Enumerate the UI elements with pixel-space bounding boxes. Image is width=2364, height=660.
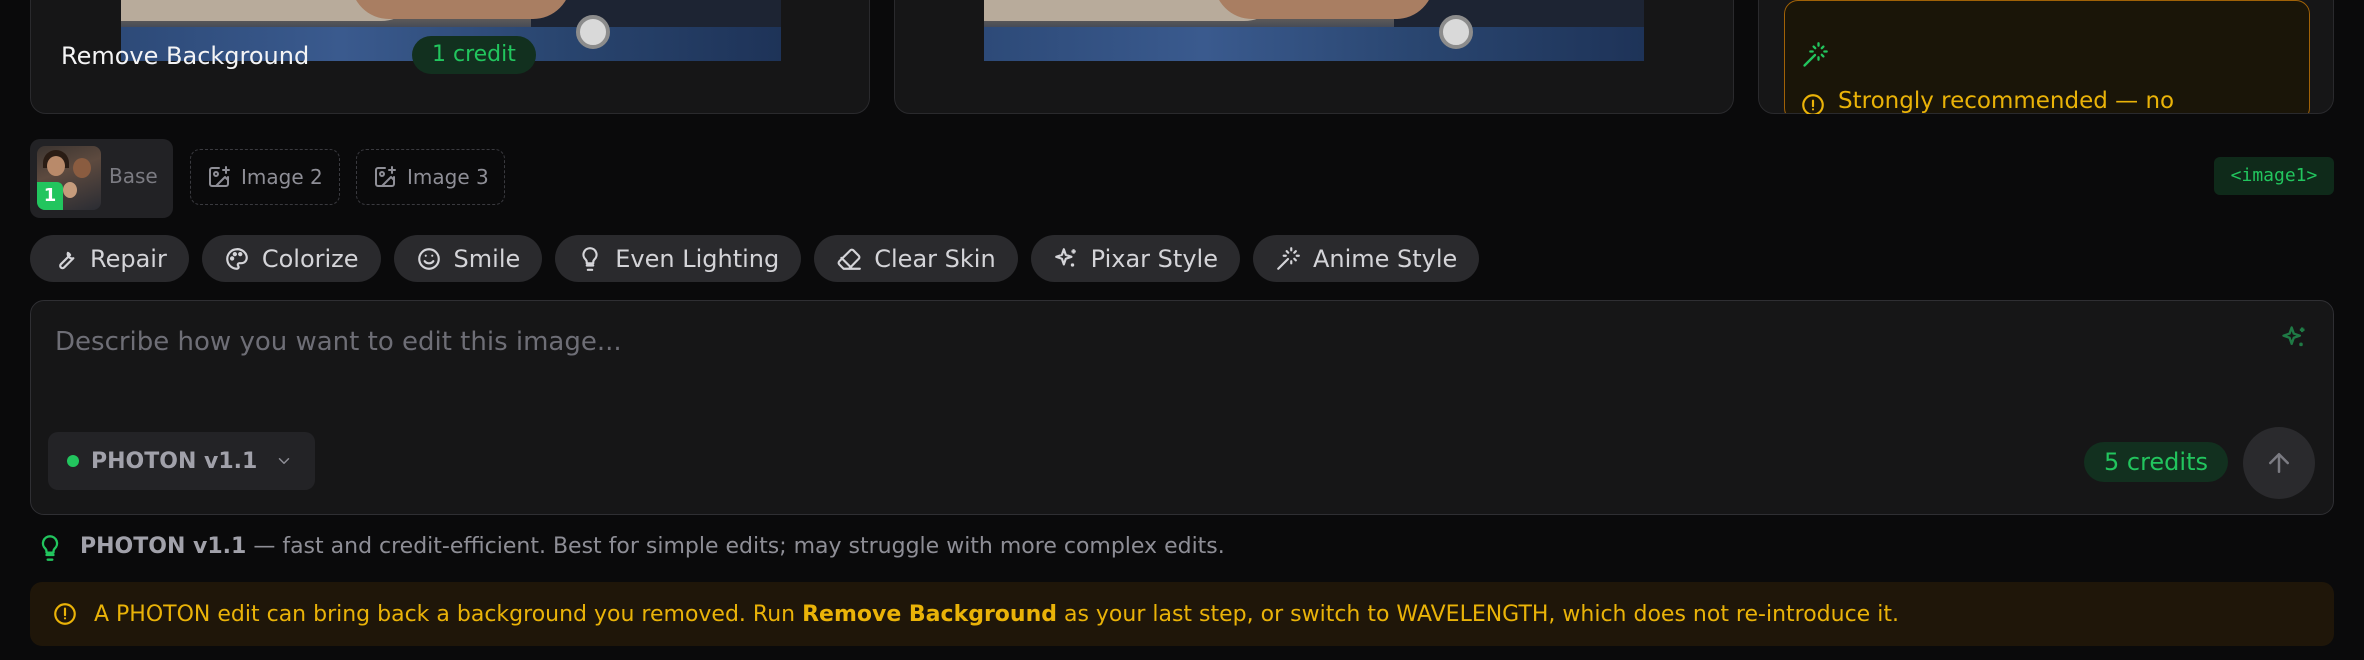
base-image-thumb[interactable]: 1 Base	[30, 139, 173, 218]
image-plus-icon	[375, 166, 396, 187]
sparkles-icon	[1054, 247, 1076, 267]
chip-label: Colorize	[261, 244, 359, 273]
chip-pixar-style[interactable]: Pixar Style	[1030, 235, 1240, 282]
image-plus-icon	[209, 166, 230, 187]
model-hint: PHOTON v1.1 — fast and credit-efficient.…	[80, 534, 1225, 559]
wrench-icon	[59, 251, 75, 269]
lightbulb-icon	[41, 535, 59, 561]
quick-edit-chips: Repair Colorize Smile Even Lighting Clea…	[30, 235, 1480, 282]
model-status-dot	[67, 455, 79, 467]
enhance-prompt-icon[interactable]	[2280, 324, 2308, 352]
base-label: Base	[109, 164, 158, 188]
result-image	[984, 0, 1644, 61]
chip-label: Anime Style	[1312, 244, 1458, 273]
wand-icon	[1277, 246, 1300, 270]
image-index-badge: 1	[37, 182, 63, 210]
model-hint-text: — fast and credit-efficient. Best for si…	[246, 534, 1225, 559]
model-hint-name: PHOTON v1.1	[80, 534, 247, 559]
chip-colorize[interactable]: Colorize	[201, 235, 381, 282]
chip-label: Even Lighting	[615, 244, 780, 273]
chip-clear-skin[interactable]: Clear Skin	[814, 235, 1018, 282]
chip-label: Pixar Style	[1090, 244, 1218, 273]
warning-text-before: A PHOTON edit can bring back a backgroun…	[94, 601, 803, 627]
preview-card-result	[894, 0, 1734, 114]
model-select-label: PHOTON v1.1	[91, 448, 258, 474]
chip-label: Smile	[453, 244, 521, 273]
image-3-label: Image 3	[407, 165, 489, 189]
image-2-slot[interactable]: Image 2	[190, 149, 340, 205]
chevron-down-icon	[279, 458, 290, 464]
remove-background-title: Remove Background	[61, 42, 310, 70]
credits-cost-badge: 5 credits	[2084, 442, 2228, 482]
chip-anime-style[interactable]: Anime Style	[1252, 235, 1480, 282]
panel-clip	[1758, 114, 2334, 134]
model-select[interactable]: PHOTON v1.1	[48, 432, 315, 490]
chip-label: Clear Skin	[874, 244, 996, 273]
warning-banner: A PHOTON edit can bring back a backgroun…	[30, 582, 2334, 646]
smile-icon	[417, 247, 440, 270]
warning-text: A PHOTON edit can bring back a backgroun…	[94, 602, 1899, 627]
wand-icon	[1803, 42, 1828, 67]
chip-smile[interactable]: Smile	[393, 235, 543, 282]
warning-circle-icon	[54, 603, 76, 625]
palette-icon	[226, 247, 248, 270]
prompt-input[interactable]: Describe how you want to edit this image…	[55, 327, 622, 357]
lightbulb-icon	[582, 246, 598, 271]
chip-label: Repair	[90, 244, 167, 273]
chip-even-lighting[interactable]: Even Lighting	[555, 235, 802, 282]
warning-text-bold: Remove Background	[802, 601, 1057, 627]
remove-background-note: Strongly recommended — no	[1838, 88, 2175, 114]
send-button[interactable]	[2243, 427, 2315, 499]
chip-repair[interactable]: Repair	[30, 235, 189, 282]
image-2-label: Image 2	[241, 165, 323, 189]
warning-text-after: as your last step, or switch to WAVELENG…	[1056, 601, 1899, 627]
image-3-slot[interactable]: Image 3	[356, 149, 505, 205]
eraser-icon	[837, 248, 862, 270]
remove-background-credit-badge: 1 credit	[412, 36, 536, 74]
arrow-up-icon	[2269, 453, 2289, 473]
image-reference-tag[interactable]: <image1>	[2214, 157, 2334, 195]
